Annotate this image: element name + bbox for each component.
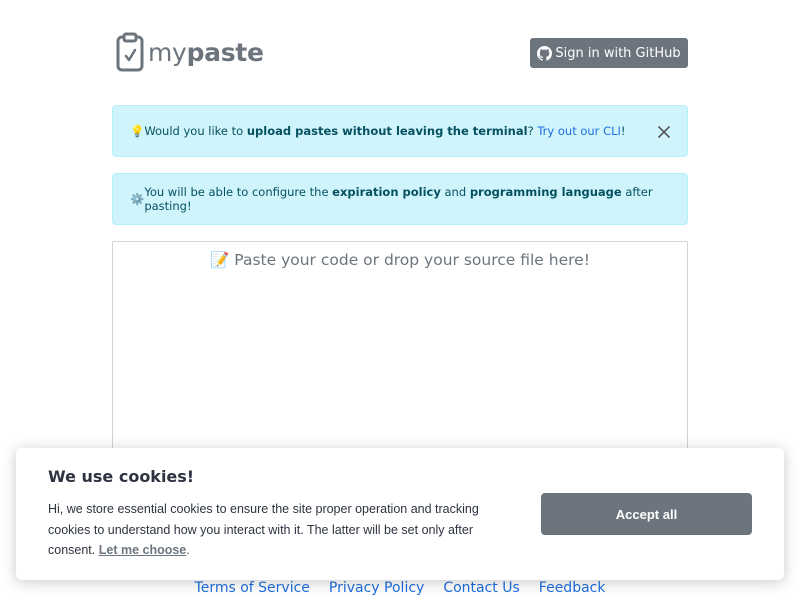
- github-signin-button[interactable]: Sign in with GitHub: [530, 38, 688, 68]
- cli-link[interactable]: Try out our CLI: [537, 124, 621, 138]
- footer-link-terms[interactable]: Terms of Service: [195, 580, 310, 596]
- github-signin-label: Sign in with GitHub: [555, 45, 681, 61]
- header: mypaste Sign in with GitHub: [112, 30, 688, 74]
- let-me-choose-link[interactable]: Let me choose: [99, 543, 187, 557]
- accept-all-button[interactable]: Accept all: [541, 493, 752, 535]
- config-alert: ⚙️ You will be able to configure the exp…: [112, 173, 688, 225]
- paste-placeholder: 📝 Paste your code or drop your source fi…: [210, 251, 590, 269]
- cli-alert-text: Would you like to upload pastes without …: [144, 124, 626, 138]
- footer-link-feedback[interactable]: Feedback: [539, 580, 606, 596]
- cookie-title: We use cookies!: [48, 467, 195, 486]
- clipboard-check-icon: [116, 32, 144, 72]
- cookie-description: Hi, we store essential cookies to ensure…: [48, 502, 479, 557]
- lightbulb-icon: 💡: [130, 124, 145, 138]
- footer: Terms of Service Privacy Policy Contact …: [0, 580, 800, 596]
- logo-text: mypaste: [148, 37, 264, 67]
- footer-link-privacy[interactable]: Privacy Policy: [329, 580, 424, 596]
- github-icon: [537, 45, 553, 61]
- gear-icon: ⚙️: [130, 192, 145, 206]
- close-icon[interactable]: [655, 123, 673, 141]
- config-alert-text: You will be able to configure the expira…: [144, 185, 653, 213]
- cookie-banner: We use cookies! Hi, we store essential c…: [16, 448, 784, 580]
- footer-link-contact[interactable]: Contact Us: [443, 580, 519, 596]
- cli-alert: 💡 Would you like to upload pastes withou…: [112, 105, 688, 157]
- logo[interactable]: mypaste: [116, 32, 264, 72]
